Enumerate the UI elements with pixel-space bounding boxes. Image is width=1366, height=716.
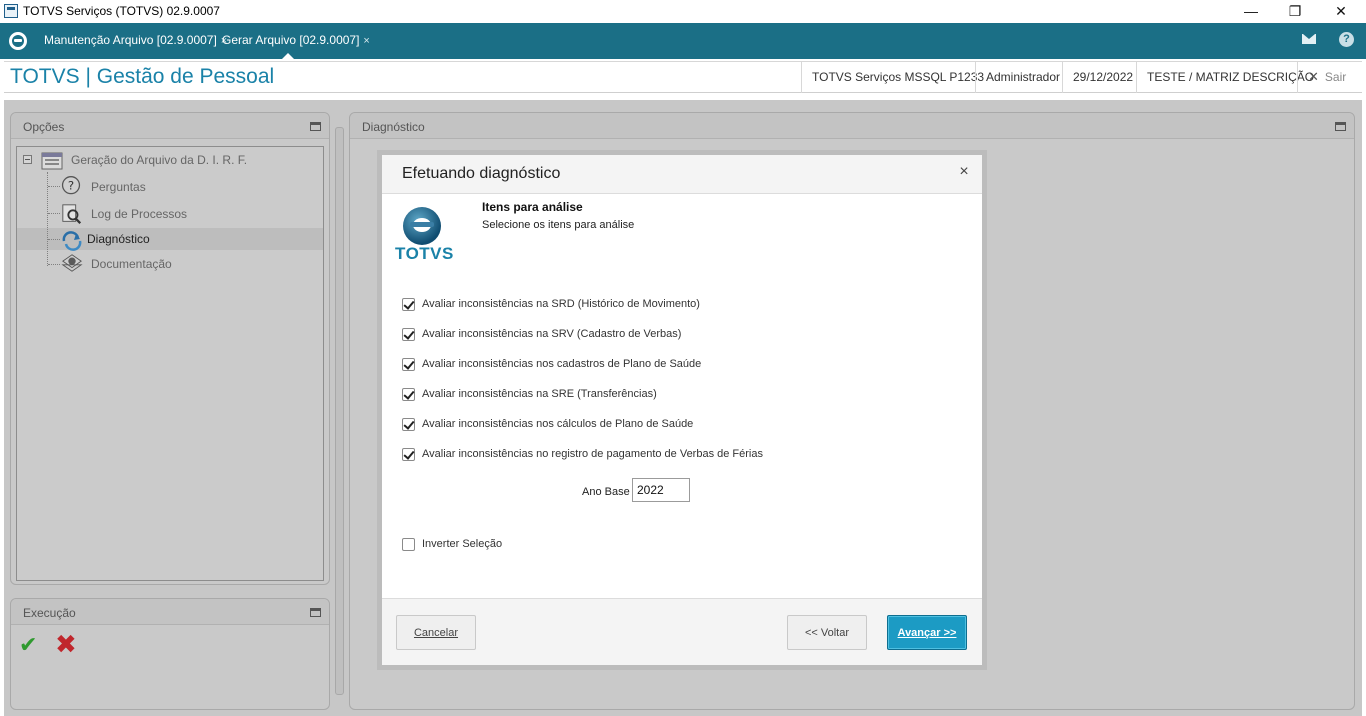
svg-text:?: ? <box>68 178 74 192</box>
exit-button[interactable]: ✕ Sair <box>1297 62 1356 93</box>
checkbox[interactable] <box>402 298 415 311</box>
tree-item-perguntas[interactable]: Perguntas <box>91 176 146 198</box>
totvs-menu-icon[interactable] <box>9 32 27 50</box>
company-info: TESTE / MATRIZ DESCRIÇÃO <box>1136 62 1324 93</box>
exit-icon: ✕ <box>1308 69 1319 84</box>
tree-connector <box>48 239 60 240</box>
execution-panel-header: Execução <box>11 599 329 625</box>
checkbox-label: Avaliar inconsistências nos cadastros de… <box>422 358 702 370</box>
tree-item-documentacao[interactable]: Documentação <box>91 253 172 275</box>
totvs-logo: TOTVS <box>395 205 455 265</box>
app-window-icon <box>4 4 18 18</box>
checkbox-label: Avaliar inconsistências na SRD (Históric… <box>422 298 700 310</box>
cancel-button-label: Cancelar <box>413 627 459 639</box>
totvs-logo-icon <box>403 207 441 245</box>
messages-icon[interactable] <box>1302 34 1316 44</box>
app-header: TOTVS | Gestão de Pessoal TOTVS Serviços… <box>4 61 1362 93</box>
diagnostic-wizard-dialog: Efetuando diagnóstico × <box>382 155 982 665</box>
tab-close-icon[interactable]: × <box>363 35 369 47</box>
tab-gerar-arquivo[interactable]: Gerar Arquivo [02.9.0007] × <box>222 23 370 59</box>
collapse-toggle-icon[interactable] <box>23 155 32 164</box>
splitter-bar[interactable] <box>335 127 344 695</box>
cancel-button[interactable]: Cancelar <box>396 615 476 650</box>
restore-button[interactable]: ❐ <box>1272 0 1318 23</box>
checkbox[interactable] <box>402 418 415 431</box>
checkbox[interactable] <box>402 448 415 461</box>
ano-base-label: Ano Base <box>582 486 630 498</box>
checkbox-label: Avaliar inconsistências na SRE (Transfer… <box>422 388 657 400</box>
options-panel-header: Opções <box>11 113 329 139</box>
documentation-icon <box>61 254 83 272</box>
tab-label: Manutenção Arquivo [02.9.0007] <box>44 33 217 47</box>
close-window-button[interactable]: ✕ <box>1318 0 1364 23</box>
dialog-close-icon[interactable]: × <box>956 163 972 181</box>
tree-item-log[interactable]: Log de Processos <box>91 203 187 225</box>
minimize-button[interactable]: — <box>1228 0 1274 23</box>
back-button-label: << Voltar <box>804 627 850 639</box>
exit-label: Sair <box>1324 70 1347 84</box>
next-button-label: Avançar >> <box>897 627 957 639</box>
diagnostic-panel-header: Diagnóstico <box>350 113 1354 139</box>
window-title: TOTVS Serviços (TOTVS) 02.9.0007 <box>23 4 220 18</box>
window-titlebar: TOTVS Serviços (TOTVS) 02.9.0007 — ❐ ✕ <box>0 0 1366 23</box>
tab-manutencao-arquivo[interactable]: Manutenção Arquivo [02.9.0007] × <box>44 23 227 59</box>
totvs-logo-text: TOTVS <box>395 244 454 263</box>
log-search-icon <box>62 204 82 224</box>
step-title: Itens para análise <box>482 200 583 214</box>
options-panel-title: Opções <box>23 120 65 134</box>
ano-base-input[interactable] <box>632 478 690 502</box>
checkbox[interactable] <box>402 358 415 371</box>
execution-panel-title: Execução <box>23 606 76 620</box>
dialog-title: Efetuando diagnóstico <box>402 165 561 182</box>
checkbox[interactable] <box>402 538 415 551</box>
minimize-panel-icon[interactable] <box>310 122 321 131</box>
diagnostic-panel-title: Diagnóstico <box>362 120 425 134</box>
checkbox-label: Avaliar inconsistências na SRV (Cadastro… <box>422 328 682 340</box>
minimize-panel-icon[interactable] <box>1335 122 1346 131</box>
dialog-header: Efetuando diagnóstico × <box>382 155 982 194</box>
diagnostic-icon <box>62 231 82 251</box>
active-tab-marker <box>282 53 294 59</box>
tree-connector <box>48 264 60 265</box>
report-icon <box>41 152 63 170</box>
minimize-panel-icon[interactable] <box>310 608 321 617</box>
environment-info: TOTVS Serviços MSSQL P1233 <box>801 62 994 93</box>
checkbox-label: Inverter Seleção <box>422 538 503 550</box>
next-button[interactable]: Avançar >> <box>887 615 967 650</box>
checkbox-label: Avaliar inconsistências no registro de p… <box>422 448 763 460</box>
tab-label: Gerar Arquivo [02.9.0007] <box>222 33 360 47</box>
checkbox[interactable] <box>402 328 415 341</box>
step-subtitle: Selecione os itens para análise <box>482 219 635 231</box>
app-title: TOTVS | Gestão de Pessoal <box>10 65 275 88</box>
cancel-x-icon[interactable]: ✖ <box>55 631 79 657</box>
back-button[interactable]: << Voltar <box>787 615 867 650</box>
tab-bar: Manutenção Arquivo [02.9.0007] × Gerar Ar… <box>0 23 1366 59</box>
tree-item-diagnostico[interactable]: Diagnóstico <box>87 228 150 250</box>
confirm-check-icon[interactable]: ✔ <box>19 634 43 656</box>
tree-item-root[interactable]: Geração do Arquivo da D. I. R. F. <box>71 149 247 171</box>
tree-connector <box>48 186 60 187</box>
user-info: Administrador <box>975 62 1070 93</box>
tree-connector <box>48 213 60 214</box>
date-info: 29/12/2022 <box>1062 62 1143 93</box>
help-icon[interactable]: ? <box>1339 32 1354 47</box>
checkbox-label: Avaliar inconsistências nos cálculos de … <box>422 418 694 430</box>
question-icon: ? <box>61 176 81 195</box>
checkbox[interactable] <box>402 388 415 401</box>
